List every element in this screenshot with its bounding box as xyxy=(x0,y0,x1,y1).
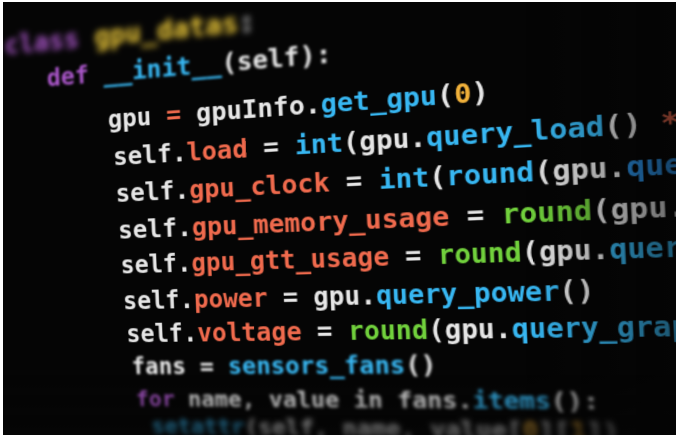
code-token: self. xyxy=(120,249,192,279)
code-token: query_load xyxy=(426,110,605,153)
code-token: gpu_gtt_usage xyxy=(191,241,406,277)
code-token: int xyxy=(378,162,430,196)
code-token: gpu_datas xyxy=(94,8,239,53)
code-token: : xyxy=(238,6,256,39)
code-token: fans xyxy=(131,354,200,380)
code-token: * xyxy=(660,104,676,140)
code-token: = xyxy=(345,164,379,196)
code-token: = xyxy=(466,198,503,231)
code-block: class gpu_datas: def __init__(self): gpu… xyxy=(3,2,676,435)
code-token: () xyxy=(603,106,661,142)
code-token: for xyxy=(135,387,188,412)
code-token: voltage xyxy=(197,317,318,347)
code-token: gpu. xyxy=(313,281,377,312)
code-token: self. xyxy=(126,319,198,348)
code-token: ]) xyxy=(586,418,620,435)
code-token: __init__ xyxy=(103,48,223,87)
code-token: query_graphics_voltage xyxy=(511,307,676,345)
code-token: = xyxy=(263,131,296,163)
code-token: class xyxy=(4,22,95,61)
code-token: gpu xyxy=(107,101,167,134)
code-token: () xyxy=(559,275,596,307)
code-token: ( xyxy=(428,161,447,193)
code-token: name, value xyxy=(187,387,354,414)
code-token: self. xyxy=(118,213,193,245)
code-token: (self, name, value[ xyxy=(244,415,523,435)
code-token: gpu_clock xyxy=(189,166,347,204)
code-token: ][ xyxy=(538,418,571,435)
code-token: setattr xyxy=(151,414,245,435)
code-line: fans = sensors_fans() xyxy=(131,352,437,380)
code-token: (gpu. xyxy=(521,234,610,268)
code-token: int xyxy=(294,127,344,160)
code-token: = xyxy=(404,240,438,271)
code-token: () xyxy=(405,352,438,380)
code-token: 0 xyxy=(453,77,472,110)
code-token: = xyxy=(316,317,348,347)
code-token: round xyxy=(437,237,522,270)
code-token: (): xyxy=(550,388,600,416)
code-token: (gpu. xyxy=(342,122,427,158)
code-token: ) xyxy=(471,76,490,109)
code-token: def xyxy=(46,59,104,92)
code-token: (self): xyxy=(221,38,332,78)
code-token: = xyxy=(199,353,228,380)
code-token: ( xyxy=(436,79,455,112)
code-token: query_gtt_usage xyxy=(609,224,676,266)
code-line: for name, value in fans.items(): xyxy=(135,387,599,416)
code-token: query_power xyxy=(375,276,560,311)
code-token: sensors_fans xyxy=(227,352,406,380)
code-token: (gpu. xyxy=(428,314,513,346)
code-token: self. xyxy=(123,286,195,316)
code-line: self.power = gpu.query_power() xyxy=(123,275,596,315)
code-token: query_sclk xyxy=(625,139,676,183)
code-token: load xyxy=(186,133,264,167)
code-token: round xyxy=(501,194,593,230)
code-token: 0 xyxy=(522,418,539,435)
code-token: self. xyxy=(113,138,188,172)
code-token: fans. xyxy=(397,388,473,415)
code-token: (gpu. xyxy=(591,190,676,227)
code-token: (gpu. xyxy=(533,151,626,188)
code-token: = xyxy=(282,283,314,313)
code-token: gpuInfo. xyxy=(195,89,321,128)
code-token: get_gpu xyxy=(320,80,438,119)
code-photo: class gpu_datas: def __init__(self): gpu… xyxy=(3,2,676,435)
code-token: round xyxy=(347,315,428,346)
code-token: round xyxy=(446,156,535,192)
code-token: in xyxy=(353,388,398,415)
code-token: items xyxy=(472,388,551,416)
code-token: power xyxy=(193,283,283,314)
code-line: setattr(self, name, value[0][1]) xyxy=(151,414,620,435)
code-token: = xyxy=(166,98,197,129)
code-token: gpu_memory_usage xyxy=(191,200,467,242)
code-token: self. xyxy=(115,175,190,208)
